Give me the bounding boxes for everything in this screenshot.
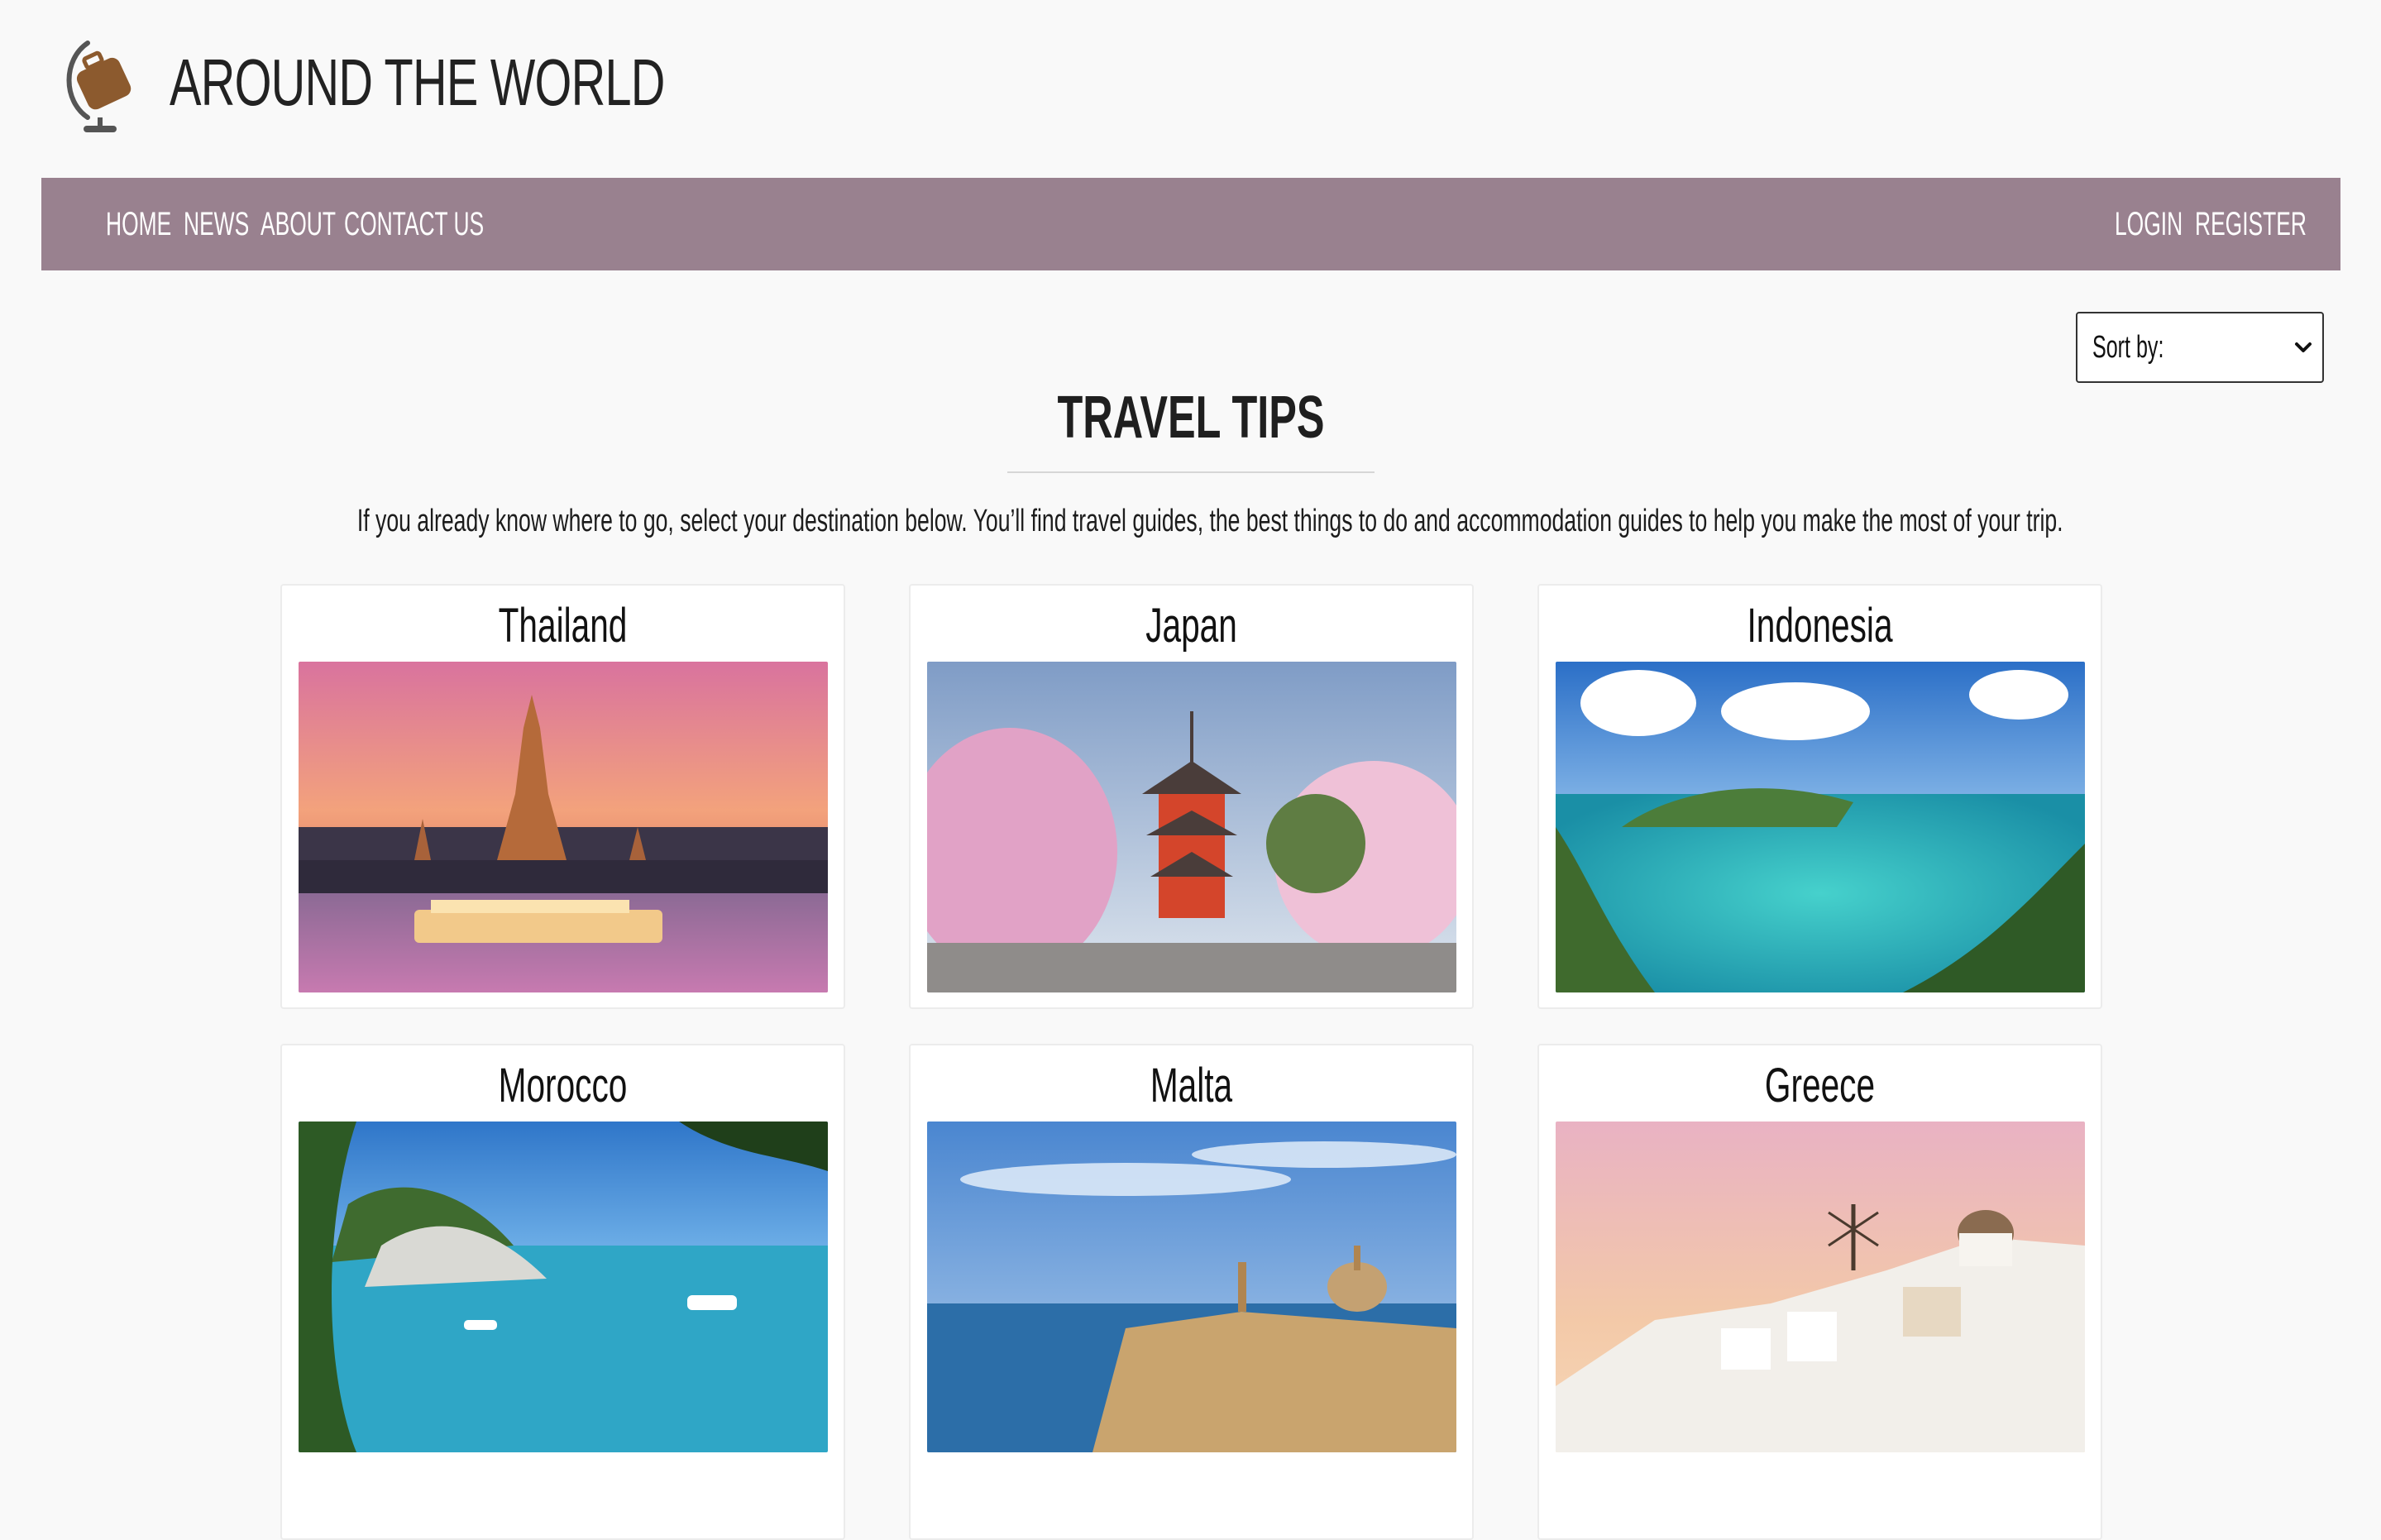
sort-label: Sort by: [2092,330,2164,365]
sort-select[interactable]: Sort by: [2076,312,2324,383]
page-title: TRAVEL TIPS [1057,385,1325,451]
card-title: Morocco [498,1059,628,1112]
card-title: Greece [1764,1059,1876,1112]
nav-login[interactable]: LOGIN [2115,178,2183,270]
destination-card-japan[interactable]: Japan [909,584,1474,1009]
destination-card-indonesia[interactable]: Indonesia [1537,584,2102,1009]
destination-card-greece[interactable]: Greece [1537,1044,2102,1540]
chevron-down-icon [2295,342,2312,352]
destination-card-malta[interactable]: Malta [909,1044,1474,1540]
destination-card-morocco[interactable]: Morocco [280,1044,845,1540]
nav-news[interactable]: NEWS [184,178,249,270]
nav-home[interactable]: HOME [106,178,171,270]
main-navbar: HOME NEWS ABOUT CONTACT US LOGIN REGISTE… [41,178,2340,270]
brand-name[interactable]: AROUND THE WORLD [170,41,665,124]
destination-image-malta[interactable] [927,1122,1456,1452]
nav-register[interactable]: REGISTER [2195,178,2307,270]
destination-card-thailand[interactable]: Thailand [280,584,845,1009]
card-title: Thailand [498,599,628,653]
destination-image-greece[interactable] [1556,1122,2085,1452]
destination-image-indonesia[interactable] [1556,662,2085,992]
site-header: AROUND THE WORLD [0,0,2381,178]
globe-suitcase-icon[interactable] [63,35,137,136]
intro-text: If you already know where to go, select … [356,504,2063,538]
nav-contact-us[interactable]: CONTACT US [344,178,484,270]
card-title: Malta [1150,1059,1233,1112]
card-title: Indonesia [1747,599,1893,653]
card-title: Japan [1145,599,1237,653]
destination-image-japan[interactable] [927,662,1456,992]
destination-image-thailand[interactable] [299,662,828,992]
title-divider [1007,471,1375,473]
destination-image-morocco[interactable] [299,1122,828,1452]
nav-about[interactable]: ABOUT [261,178,336,270]
